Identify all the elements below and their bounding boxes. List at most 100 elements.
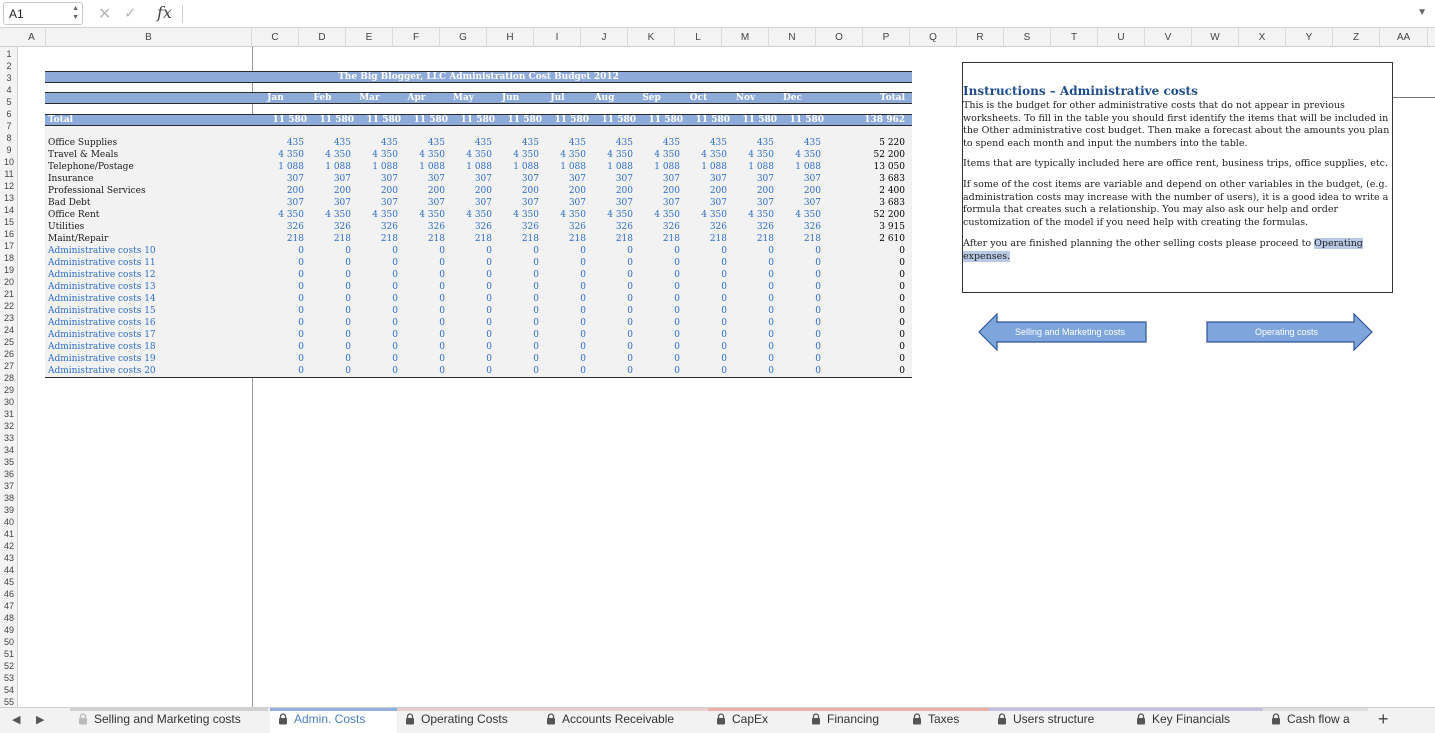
row-value[interactable]: 0: [729, 245, 774, 257]
row-value[interactable]: 0: [776, 365, 821, 377]
row-value[interactable]: 218: [588, 233, 633, 245]
row-header-23[interactable]: 23: [0, 312, 18, 324]
column-header-f[interactable]: F: [393, 28, 440, 47]
row-value[interactable]: 0: [588, 245, 633, 257]
row-value[interactable]: 4 350: [400, 209, 445, 221]
row-value[interactable]: 0: [259, 365, 304, 377]
row-header-38[interactable]: 38: [0, 492, 18, 504]
row-value[interactable]: 0: [306, 269, 351, 281]
row-header-40[interactable]: 40: [0, 516, 18, 528]
row-value[interactable]: 326: [400, 221, 445, 233]
row-value[interactable]: 0: [400, 293, 445, 305]
column-header-t[interactable]: T: [1051, 28, 1098, 47]
row-value[interactable]: 0: [635, 353, 680, 365]
row-header-44[interactable]: 44: [0, 564, 18, 576]
row-value[interactable]: 0: [776, 341, 821, 353]
row-value[interactable]: 0: [494, 341, 539, 353]
row-value[interactable]: 435: [259, 137, 304, 149]
row-value[interactable]: 200: [635, 185, 680, 197]
row-value[interactable]: 218: [400, 233, 445, 245]
row-value[interactable]: 0: [400, 329, 445, 341]
row-value[interactable]: 218: [776, 233, 821, 245]
row-value[interactable]: 326: [447, 221, 492, 233]
row-value[interactable]: 0: [635, 257, 680, 269]
row-header-34[interactable]: 34: [0, 444, 18, 456]
column-header-y[interactable]: Y: [1286, 28, 1333, 47]
tab-scroll-right-icon[interactable]: ▶: [36, 713, 44, 726]
row-value[interactable]: 307: [541, 173, 586, 185]
row-value[interactable]: 0: [541, 269, 586, 281]
row-header-8[interactable]: 8: [0, 132, 18, 144]
row-value[interactable]: 0: [729, 317, 774, 329]
row-value[interactable]: 307: [447, 197, 492, 209]
row-value[interactable]: 4 350: [259, 149, 304, 161]
row-value[interactable]: 0: [635, 317, 680, 329]
row-value[interactable]: 0: [494, 353, 539, 365]
row-value[interactable]: 0: [776, 281, 821, 293]
tab-selling-and-marketing-costs[interactable]: Selling and Marketing costs: [70, 708, 268, 733]
row-value[interactable]: 0: [306, 281, 351, 293]
row-value[interactable]: 307: [400, 197, 445, 209]
row-value[interactable]: 0: [400, 365, 445, 377]
row-header-30[interactable]: 30: [0, 396, 18, 408]
column-header-m[interactable]: M: [722, 28, 769, 47]
row-header-21[interactable]: 21: [0, 288, 18, 300]
row-value[interactable]: 0: [259, 317, 304, 329]
row-header-51[interactable]: 51: [0, 648, 18, 660]
row-value[interactable]: 0: [635, 293, 680, 305]
row-value[interactable]: 0: [635, 365, 680, 377]
row-header-1[interactable]: 1: [0, 48, 18, 60]
row-value[interactable]: 0: [588, 305, 633, 317]
row-value[interactable]: 0: [494, 281, 539, 293]
row-header-22[interactable]: 22: [0, 300, 18, 312]
row-value[interactable]: 326: [776, 221, 821, 233]
row-value[interactable]: 0: [447, 245, 492, 257]
column-header-a[interactable]: A: [18, 28, 46, 47]
row-value[interactable]: 307: [541, 197, 586, 209]
row-value[interactable]: 0: [400, 281, 445, 293]
add-sheet-icon[interactable]: +: [1378, 709, 1389, 730]
row-value[interactable]: 4 350: [729, 149, 774, 161]
row-value[interactable]: 0: [400, 353, 445, 365]
row-value[interactable]: 0: [635, 281, 680, 293]
row-value[interactable]: 0: [541, 353, 586, 365]
row-value[interactable]: 0: [494, 317, 539, 329]
row-value[interactable]: 0: [353, 281, 398, 293]
row-value[interactable]: 435: [306, 137, 351, 149]
row-value[interactable]: 4 350: [541, 149, 586, 161]
row-value[interactable]: 0: [729, 329, 774, 341]
row-value[interactable]: 0: [447, 257, 492, 269]
row-value[interactable]: 0: [494, 269, 539, 281]
row-value[interactable]: 0: [682, 353, 727, 365]
row-value[interactable]: 0: [353, 305, 398, 317]
column-header-p[interactable]: P: [863, 28, 910, 47]
row-value[interactable]: 4 350: [776, 209, 821, 221]
row-header-25[interactable]: 25: [0, 336, 18, 348]
row-value[interactable]: 0: [541, 281, 586, 293]
row-value[interactable]: 0: [588, 353, 633, 365]
row-value[interactable]: 0: [729, 353, 774, 365]
row-value[interactable]: 4 350: [447, 149, 492, 161]
tab-accounts-receivable[interactable]: Accounts Receivable: [538, 708, 708, 733]
row-value[interactable]: 200: [494, 185, 539, 197]
row-value[interactable]: 0: [682, 293, 727, 305]
row-value[interactable]: 4 350: [306, 209, 351, 221]
row-value[interactable]: 307: [306, 197, 351, 209]
expand-formula-icon[interactable]: ▼: [1417, 7, 1427, 18]
row-value[interactable]: 0: [541, 365, 586, 377]
row-header-52[interactable]: 52: [0, 660, 18, 672]
row-value[interactable]: 1 088: [353, 161, 398, 173]
row-value[interactable]: 0: [494, 293, 539, 305]
row-value[interactable]: 218: [729, 233, 774, 245]
row-value[interactable]: 0: [729, 305, 774, 317]
row-value[interactable]: 0: [494, 305, 539, 317]
row-value[interactable]: 326: [729, 221, 774, 233]
row-value[interactable]: 218: [682, 233, 727, 245]
row-value[interactable]: 200: [306, 185, 351, 197]
row-header-15[interactable]: 15: [0, 216, 18, 228]
row-value[interactable]: 0: [588, 293, 633, 305]
row-value[interactable]: 218: [353, 233, 398, 245]
row-header-50[interactable]: 50: [0, 636, 18, 648]
row-value[interactable]: 307: [494, 173, 539, 185]
row-value[interactable]: 435: [541, 137, 586, 149]
